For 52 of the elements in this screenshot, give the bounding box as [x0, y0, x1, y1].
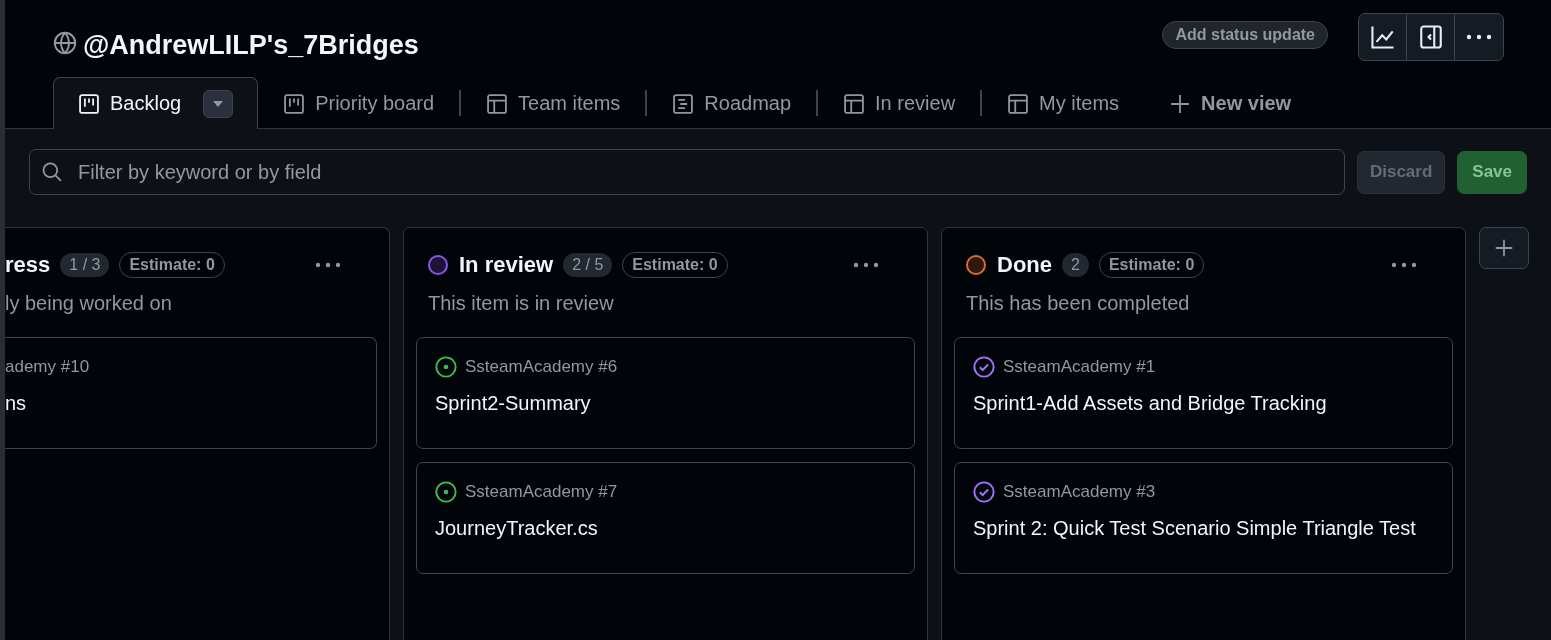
line-chart-icon [1369, 24, 1396, 50]
globe-icon [53, 31, 77, 55]
issue-title[interactable]: Sprint 2: Quick Test Scenario Simple Triangle Test [973, 517, 1434, 540]
view-tab[interactable]: My items [982, 77, 1145, 129]
issue-card[interactable]: SsteamAcademy #7 JourneyTracker.cs [416, 462, 915, 574]
add-column-button[interactable] [1479, 227, 1529, 269]
column-menu-icon[interactable] [853, 262, 879, 268]
board-icon [78, 92, 100, 115]
save-button[interactable]: Save [1457, 150, 1527, 194]
issue-reference: ademy #10 [5, 357, 90, 377]
issue-reference: SsteamAcademy #7 [465, 482, 618, 502]
table-icon [486, 92, 509, 115]
column-menu-icon[interactable] [315, 262, 341, 268]
view-tab[interactable]: Priority board [258, 77, 460, 129]
column-menu-icon[interactable] [1391, 262, 1417, 268]
issue-title[interactable]: Sprint2-Summary [435, 392, 896, 415]
issue-reference: SsteamAcademy #3 [1003, 482, 1156, 502]
item-count: 1 / 3 [60, 253, 110, 277]
issue-card[interactable]: SsteamAcademy #6 Sprint2-Summary [416, 337, 915, 449]
board-icon [283, 92, 306, 115]
panel-icon [1417, 24, 1444, 50]
issue-card[interactable]: SsteamAcademy #1 Sprint1-Add Assets and Bridge Tracking [954, 337, 1453, 449]
view-tab[interactable]: Roadmap [647, 77, 817, 129]
column-description: ly being worked on [5, 292, 173, 315]
issue-reference: SsteamAcademy #6 [465, 357, 618, 377]
table-icon [1007, 92, 1030, 115]
item-count: 2 [1062, 253, 1089, 277]
issue-card[interactable]: SsteamAcademy #3 Sprint 2: Quick Test Scenario Simple Triangle Test [954, 462, 1453, 574]
roadmap-icon [672, 92, 695, 115]
issue-title[interactable]: ns [5, 392, 358, 415]
item-count: 2 / 5 [563, 253, 613, 277]
view-tab[interactable]: In review [818, 77, 981, 129]
plus-icon [1169, 92, 1192, 115]
issue-title[interactable]: JourneyTracker.cs [435, 517, 896, 540]
table-icon [843, 92, 866, 115]
new-view-button[interactable]: New view [1144, 77, 1317, 129]
project-title: @AndrewLILP's_7Bridges [83, 29, 419, 61]
issue-title[interactable]: Sprint1-Add Assets and Bridge Tracking [973, 392, 1434, 415]
issue-card[interactable]: ademy #10 ns [5, 337, 377, 449]
column-name: In review [459, 252, 554, 278]
view-tab[interactable]: Team items [461, 77, 646, 129]
plus-icon [1493, 237, 1515, 259]
add-status-update-button[interactable]: Add status update [1162, 21, 1328, 49]
filter-field[interactable]: Filter by keyword or by field [29, 149, 1345, 195]
column-description: This item is in review [427, 292, 615, 315]
view-options-caret-icon[interactable] [203, 89, 234, 118]
search-icon [41, 161, 63, 183]
view-tab[interactable]: Backlog [53, 77, 259, 129]
column-name: Done [997, 252, 1052, 278]
column-description: This has been completed [965, 292, 1191, 315]
column-name: ress [5, 252, 51, 278]
issue-reference: SsteamAcademy #1 [1003, 357, 1156, 377]
